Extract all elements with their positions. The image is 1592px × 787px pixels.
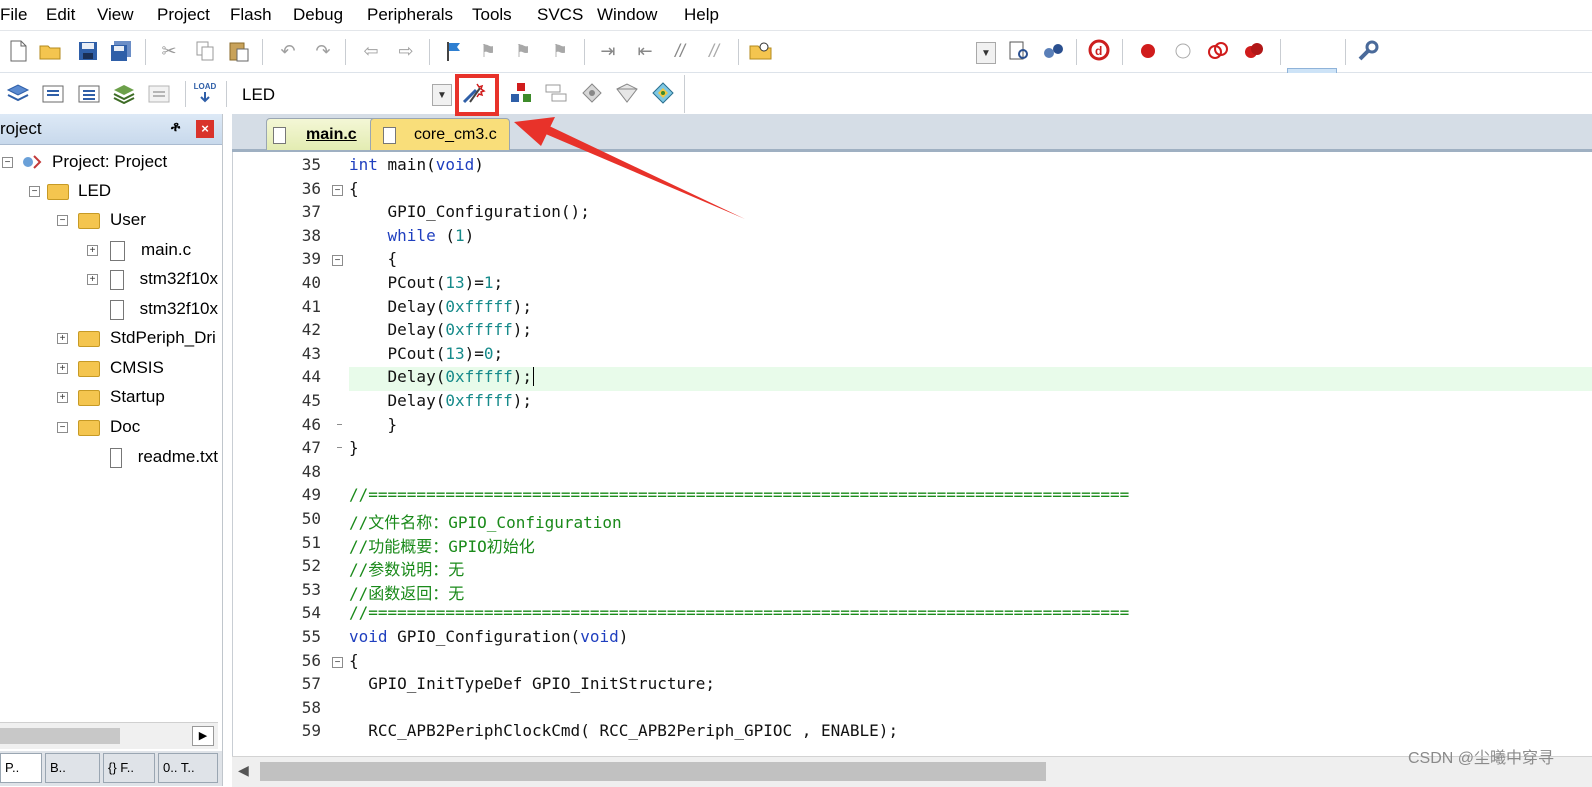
annotation-arrow-icon [514,117,745,219]
